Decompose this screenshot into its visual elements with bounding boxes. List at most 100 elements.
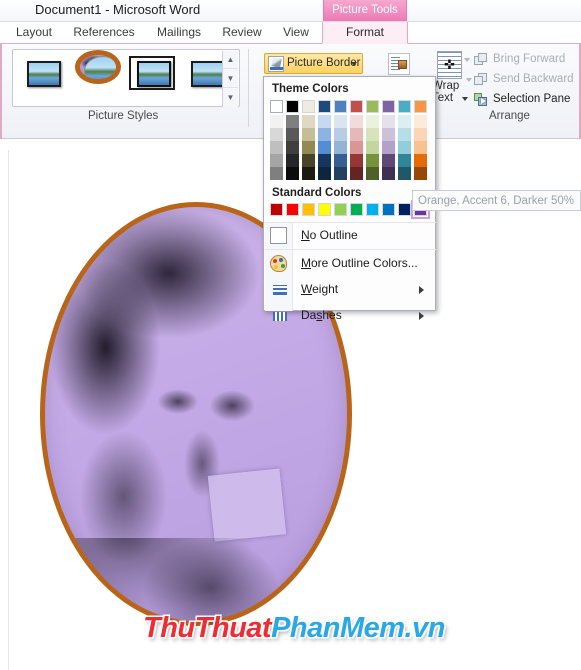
menu-item-dashes-label: Dashes bbox=[301, 308, 342, 322]
menu-item-weight[interactable]: Weight bbox=[265, 277, 436, 302]
theme-color-variant-3-4[interactable] bbox=[334, 154, 347, 167]
chevron-down-icon bbox=[462, 97, 468, 101]
theme-color-variant-1-8[interactable] bbox=[398, 128, 411, 141]
bring-forward-icon bbox=[474, 53, 489, 67]
theme-color-variant-4-6[interactable] bbox=[366, 167, 379, 180]
standard-color-swatch-2[interactable] bbox=[302, 203, 315, 216]
theme-color-swatch-9[interactable] bbox=[414, 100, 427, 113]
standard-color-swatch-7[interactable] bbox=[382, 203, 395, 216]
standard-color-swatch-0[interactable] bbox=[270, 203, 283, 216]
theme-color-swatch-4[interactable] bbox=[334, 100, 347, 113]
standard-color-swatch-3[interactable] bbox=[318, 203, 331, 216]
tab-review[interactable]: Review bbox=[214, 22, 270, 44]
picture-style-thumb-2[interactable] bbox=[75, 50, 121, 84]
theme-color-variant-2-5[interactable] bbox=[350, 141, 363, 154]
theme-color-variant-0-0[interactable] bbox=[270, 115, 283, 128]
theme-color-variant-0-5[interactable] bbox=[350, 115, 363, 128]
position-button[interactable] bbox=[388, 53, 410, 75]
theme-color-variant-3-2[interactable] bbox=[302, 154, 315, 167]
site-watermark: ThuThuatPhanMem.vn bbox=[143, 612, 445, 645]
theme-color-variant-3-0[interactable] bbox=[270, 154, 283, 167]
picture-styles-gallery[interactable]: ▲ ▼ ▼ bbox=[12, 49, 240, 107]
theme-color-variant-4-0[interactable] bbox=[270, 167, 283, 180]
menu-item-no-outline[interactable]: No Outline bbox=[265, 223, 436, 248]
picture-style-thumb-3-selected[interactable] bbox=[129, 56, 175, 90]
theme-color-swatch-6[interactable] bbox=[366, 100, 379, 113]
theme-color-variant-4-9[interactable] bbox=[414, 167, 427, 180]
menu-item-more-outline-colors[interactable]: More Outline Colors... bbox=[265, 251, 436, 276]
theme-color-variant-2-6[interactable] bbox=[366, 141, 379, 154]
menu-item-dashes[interactable]: Dashes bbox=[265, 303, 436, 328]
picture-border-button[interactable]: Picture Border bbox=[264, 53, 363, 74]
tab-view[interactable]: View bbox=[274, 22, 318, 44]
gallery-more-button[interactable]: ▼ bbox=[223, 89, 238, 107]
standard-color-swatch-4[interactable] bbox=[334, 203, 347, 216]
theme-color-variant-1-4[interactable] bbox=[334, 128, 347, 141]
theme-color-variant-2-3[interactable] bbox=[318, 141, 331, 154]
tab-references[interactable]: References bbox=[64, 22, 144, 44]
theme-color-variant-2-7[interactable] bbox=[382, 141, 395, 154]
theme-color-variant-4-8[interactable] bbox=[398, 167, 411, 180]
theme-color-variant-0-4[interactable] bbox=[334, 115, 347, 128]
theme-color-variant-3-1[interactable] bbox=[286, 154, 299, 167]
theme-color-variant-4-4[interactable] bbox=[334, 167, 347, 180]
theme-color-variant-0-6[interactable] bbox=[366, 115, 379, 128]
theme-color-variant-1-3[interactable] bbox=[318, 128, 331, 141]
theme-color-swatch-8[interactable] bbox=[398, 100, 411, 113]
theme-color-variant-1-2[interactable] bbox=[302, 128, 315, 141]
theme-color-variant-0-2[interactable] bbox=[302, 115, 315, 128]
tab-layout[interactable]: Layout bbox=[8, 22, 60, 44]
theme-color-swatch-7[interactable] bbox=[382, 100, 395, 113]
theme-color-variant-3-3[interactable] bbox=[318, 154, 331, 167]
chevron-down-icon bbox=[464, 58, 470, 62]
theme-color-variant-0-7[interactable] bbox=[382, 115, 395, 128]
theme-color-variant-2-0[interactable] bbox=[270, 141, 283, 154]
theme-color-variant-0-1[interactable] bbox=[286, 115, 299, 128]
standard-colors-heading: Standard Colors bbox=[272, 187, 362, 199]
empty-square-icon bbox=[270, 227, 287, 244]
chevron-right-icon bbox=[419, 286, 424, 294]
theme-color-variant-4-7[interactable] bbox=[382, 167, 395, 180]
theme-color-variant-1-7[interactable] bbox=[382, 128, 395, 141]
theme-color-swatch-1[interactable] bbox=[286, 100, 299, 113]
theme-color-variant-3-9[interactable] bbox=[414, 154, 427, 167]
picture-style-thumb-1[interactable] bbox=[21, 58, 67, 92]
theme-color-variant-0-8[interactable] bbox=[398, 115, 411, 128]
theme-color-variant-1-9[interactable] bbox=[414, 128, 427, 141]
group-label-picture-styles: Picture Styles bbox=[88, 110, 159, 122]
theme-color-variant-2-8[interactable] bbox=[398, 141, 411, 154]
theme-color-swatch-3[interactable] bbox=[318, 100, 331, 113]
theme-color-variant-4-1[interactable] bbox=[286, 167, 299, 180]
theme-color-variant-1-6[interactable] bbox=[366, 128, 379, 141]
theme-color-swatch-5[interactable] bbox=[350, 100, 363, 113]
selection-pane-label: Selection Pane bbox=[493, 93, 571, 105]
gallery-scroll-up-button[interactable]: ▲ bbox=[223, 51, 238, 69]
theme-color-variant-2-2[interactable] bbox=[302, 141, 315, 154]
standard-color-swatch-6[interactable] bbox=[366, 203, 379, 216]
theme-color-variant-2-4[interactable] bbox=[334, 141, 347, 154]
theme-color-variant-1-0[interactable] bbox=[270, 128, 283, 141]
tab-format[interactable]: Format bbox=[322, 22, 408, 44]
theme-color-variant-2-9[interactable] bbox=[414, 141, 427, 154]
theme-color-variant-4-3[interactable] bbox=[318, 167, 331, 180]
theme-color-variant-3-5[interactable] bbox=[350, 154, 363, 167]
theme-color-variant-0-9[interactable] bbox=[414, 115, 427, 128]
watermark-part1: ThuThuat bbox=[143, 612, 272, 644]
standard-color-swatch-8[interactable] bbox=[398, 203, 411, 216]
theme-color-swatch-2[interactable] bbox=[302, 100, 315, 113]
theme-color-variant-3-6[interactable] bbox=[366, 154, 379, 167]
theme-color-variant-4-2[interactable] bbox=[302, 167, 315, 180]
gallery-scroll-down-button[interactable]: ▼ bbox=[223, 70, 238, 88]
theme-color-swatch-0[interactable] bbox=[270, 100, 283, 113]
theme-color-variant-3-7[interactable] bbox=[382, 154, 395, 167]
theme-color-variant-0-3[interactable] bbox=[318, 115, 331, 128]
theme-color-variant-1-1[interactable] bbox=[286, 128, 299, 141]
theme-color-variant-1-5[interactable] bbox=[350, 128, 363, 141]
theme-color-variant-2-1[interactable] bbox=[286, 141, 299, 154]
tab-mailings[interactable]: Mailings bbox=[148, 22, 210, 44]
theme-color-variant-3-8[interactable] bbox=[398, 154, 411, 167]
standard-color-swatch-1[interactable] bbox=[286, 203, 299, 216]
theme-color-variant-4-5[interactable] bbox=[350, 167, 363, 180]
picture-border-dropdown-menu[interactable]: Theme Colors Standard Colors No Outline … bbox=[263, 76, 436, 322]
standard-color-swatch-5[interactable] bbox=[350, 203, 363, 216]
